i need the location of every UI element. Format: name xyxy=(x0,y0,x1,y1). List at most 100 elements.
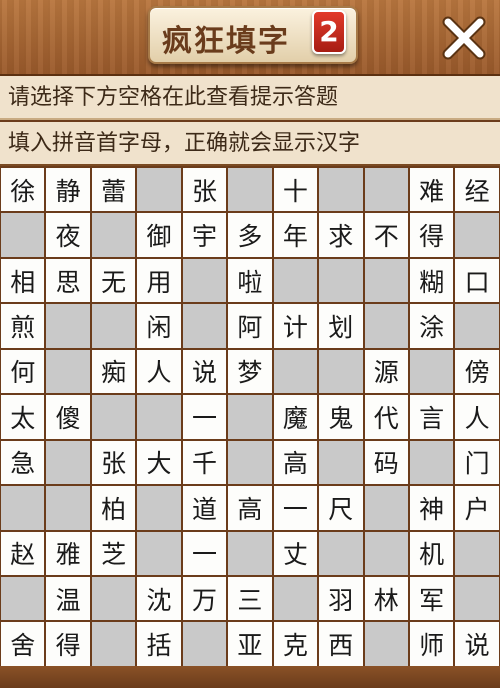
grid-cell-filled[interactable]: 说 xyxy=(181,348,228,395)
grid-cell-filled[interactable]: 夜 xyxy=(45,212,91,258)
grid-cell-blank[interactable] xyxy=(0,212,46,258)
grid-cell-filled[interactable]: 道 xyxy=(181,485,228,531)
grid-cell-filled[interactable]: 赵 xyxy=(0,530,46,576)
grid-cell-blank[interactable] xyxy=(272,257,319,304)
grid-cell-filled[interactable]: 一 xyxy=(272,485,319,531)
grid-cell-filled[interactable]: 张 xyxy=(181,167,228,213)
grid-cell-filled[interactable]: 急 xyxy=(0,439,46,486)
grid-cell-blank[interactable] xyxy=(318,257,364,304)
grid-cell-filled[interactable]: 涂 xyxy=(408,303,455,349)
grid-cell-filled[interactable]: 十 xyxy=(272,167,319,213)
grid-cell-filled[interactable]: 鬼 xyxy=(318,394,364,440)
grid-cell-filled[interactable]: 魔 xyxy=(272,394,319,440)
grid-cell-filled[interactable]: 一 xyxy=(181,530,228,576)
grid-cell-filled[interactable]: 糊 xyxy=(408,257,455,304)
grid-cell-blank[interactable] xyxy=(454,212,500,258)
grid-cell-blank[interactable] xyxy=(227,167,273,213)
grid-cell-filled[interactable]: 闲 xyxy=(136,303,182,349)
grid-cell-filled[interactable]: 得 xyxy=(408,212,455,258)
grid-cell-blank[interactable] xyxy=(454,575,500,622)
grid-cell-blank[interactable] xyxy=(136,485,182,531)
grid-cell-filled[interactable]: 经 xyxy=(454,167,500,213)
grid-cell-filled[interactable]: 代 xyxy=(363,394,409,440)
grid-cell-filled[interactable]: 林 xyxy=(363,575,409,622)
grid-cell-filled[interactable]: 人 xyxy=(454,394,500,440)
grid-cell-filled[interactable]: 太 xyxy=(0,394,46,440)
grid-cell-filled[interactable]: 得 xyxy=(45,621,91,667)
grid-cell-filled[interactable]: 御 xyxy=(136,212,182,258)
grid-cell-blank[interactable] xyxy=(454,530,500,576)
grid-cell-filled[interactable]: 机 xyxy=(408,530,455,576)
grid-cell-filled[interactable]: 多 xyxy=(227,212,273,258)
grid-cell-filled[interactable]: 大 xyxy=(136,439,182,486)
grid-cell-filled[interactable]: 高 xyxy=(272,439,319,486)
grid-cell-blank[interactable] xyxy=(181,257,228,304)
grid-cell-filled[interactable]: 舍 xyxy=(0,621,46,667)
grid-cell-blank[interactable] xyxy=(45,303,91,349)
grid-cell-blank[interactable] xyxy=(318,348,364,395)
grid-cell-filled[interactable]: 划 xyxy=(318,303,364,349)
grid-cell-filled[interactable]: 沈 xyxy=(136,575,182,622)
grid-cell-blank[interactable] xyxy=(136,167,182,213)
grid-cell-filled[interactable]: 口 xyxy=(454,257,500,304)
grid-cell-blank[interactable] xyxy=(90,621,137,667)
grid-cell-filled[interactable]: 芝 xyxy=(90,530,137,576)
grid-cell-filled[interactable]: 不 xyxy=(363,212,409,258)
grid-cell-blank[interactable] xyxy=(318,439,364,486)
grid-cell-blank[interactable] xyxy=(318,167,364,213)
grid-cell-filled[interactable]: 张 xyxy=(90,439,137,486)
grid-cell-filled[interactable]: 思 xyxy=(45,257,91,304)
grid-cell-blank[interactable] xyxy=(45,348,91,395)
grid-cell-filled[interactable]: 三 xyxy=(227,575,273,622)
grid-cell-filled[interactable]: 高 xyxy=(227,485,273,531)
grid-cell-filled[interactable]: 括 xyxy=(136,621,182,667)
grid-cell-blank[interactable] xyxy=(90,394,137,440)
grid-cell-blank[interactable] xyxy=(363,167,409,213)
grid-cell-blank[interactable] xyxy=(136,394,182,440)
grid-cell-filled[interactable]: 千 xyxy=(181,439,228,486)
grid-cell-blank[interactable] xyxy=(136,530,182,576)
grid-cell-filled[interactable]: 何 xyxy=(0,348,46,395)
grid-cell-filled[interactable]: 相 xyxy=(0,257,46,304)
grid-cell-blank[interactable] xyxy=(181,303,228,349)
grid-cell-filled[interactable]: 用 xyxy=(136,257,182,304)
grid-cell-blank[interactable] xyxy=(318,530,364,576)
grid-cell-filled[interactable]: 雅 xyxy=(45,530,91,576)
grid-cell-blank[interactable] xyxy=(90,303,137,349)
grid-cell-filled[interactable]: 煎 xyxy=(0,303,46,349)
grid-cell-blank[interactable] xyxy=(363,485,409,531)
grid-cell-blank[interactable] xyxy=(90,575,137,622)
grid-cell-filled[interactable]: 傻 xyxy=(45,394,91,440)
grid-cell-filled[interactable]: 啦 xyxy=(227,257,273,304)
grid-cell-filled[interactable]: 难 xyxy=(408,167,455,213)
grid-cell-filled[interactable]: 人 xyxy=(136,348,182,395)
grid-cell-filled[interactable]: 一 xyxy=(181,394,228,440)
grid-cell-filled[interactable]: 年 xyxy=(272,212,319,258)
grid-cell-filled[interactable]: 阿 xyxy=(227,303,273,349)
grid-cell-filled[interactable]: 无 xyxy=(90,257,137,304)
grid-cell-filled[interactable]: 羽 xyxy=(318,575,364,622)
grid-cell-filled[interactable]: 求 xyxy=(318,212,364,258)
grid-cell-blank[interactable] xyxy=(45,485,91,531)
grid-cell-filled[interactable]: 神 xyxy=(408,485,455,531)
grid-cell-filled[interactable]: 蕾 xyxy=(90,167,137,213)
grid-cell-filled[interactable]: 军 xyxy=(408,575,455,622)
grid-cell-filled[interactable]: 说 xyxy=(454,621,500,667)
grid-cell-filled[interactable]: 宇 xyxy=(181,212,228,258)
grid-cell-filled[interactable]: 尺 xyxy=(318,485,364,531)
grid-cell-blank[interactable] xyxy=(181,621,228,667)
grid-cell-blank[interactable] xyxy=(363,530,409,576)
grid-cell-filled[interactable]: 亚 xyxy=(227,621,273,667)
grid-cell-filled[interactable]: 码 xyxy=(363,439,409,486)
grid-cell-blank[interactable] xyxy=(363,621,409,667)
grid-cell-filled[interactable]: 丈 xyxy=(272,530,319,576)
grid-cell-blank[interactable] xyxy=(227,394,273,440)
grid-cell-filled[interactable]: 温 xyxy=(45,575,91,622)
grid-cell-filled[interactable]: 计 xyxy=(272,303,319,349)
grid-cell-blank[interactable] xyxy=(90,212,137,258)
grid-cell-blank[interactable] xyxy=(408,348,455,395)
grid-cell-filled[interactable]: 西 xyxy=(318,621,364,667)
grid-cell-blank[interactable] xyxy=(272,575,319,622)
grid-cell-filled[interactable]: 痴 xyxy=(90,348,137,395)
grid-cell-filled[interactable]: 师 xyxy=(408,621,455,667)
